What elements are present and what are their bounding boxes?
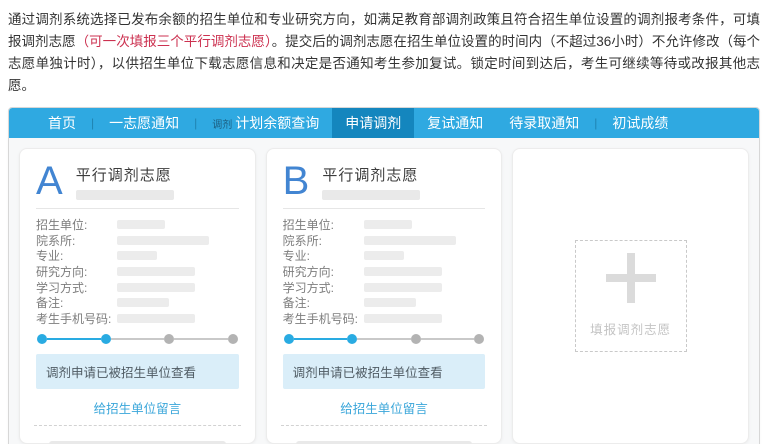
field-label: 考生手机号码: xyxy=(36,310,117,327)
redacted-value xyxy=(364,283,442,292)
progress-segment xyxy=(174,338,228,340)
redacted-value xyxy=(117,251,157,260)
volunteer-card-a: A 平行调剂志愿 招生单位: 院系所: 专业: 研究方向: 学习方式: 备注: … xyxy=(19,148,256,444)
field-row: 研究方向: xyxy=(36,264,239,280)
progress-dot xyxy=(474,334,484,344)
field-label: 招生单位: xyxy=(283,216,364,233)
field-label: 专业: xyxy=(36,247,117,264)
nav-divider: | xyxy=(592,116,599,130)
field-label: 招生单位: xyxy=(36,216,117,233)
field-label: 考生手机号码: xyxy=(283,310,364,327)
redacted-subtitle xyxy=(322,190,420,200)
nav-item-apply-adjustment[interactable]: 申请调剂 xyxy=(332,108,414,138)
nav-item-retest-notice[interactable]: 复试通知 xyxy=(414,108,496,138)
add-volunteer-button[interactable]: 填报调剂志愿 xyxy=(575,240,687,352)
redacted-value xyxy=(117,267,195,276)
volunteer-card-b: B 平行调剂志愿 招生单位: 院系所: 专业: 研究方向: 学习方式: 备注: … xyxy=(266,148,503,444)
progress-segment xyxy=(294,338,348,340)
field-label: 备注: xyxy=(36,294,117,311)
card-titlebox: 平行调剂志愿 xyxy=(76,164,174,201)
redacted-value xyxy=(117,298,169,307)
progress-dot xyxy=(37,334,47,344)
field-label: 研究方向: xyxy=(283,263,364,280)
field-row: 招生单位: xyxy=(283,217,486,233)
dashed-divider xyxy=(281,425,488,426)
field-row: 专业: xyxy=(36,248,239,264)
status-message: 调剂申请已被招生单位查看 xyxy=(36,354,239,389)
card-letter: A xyxy=(36,161,63,201)
nav-item-first-choice-notice[interactable]: 一志愿通知 xyxy=(96,108,192,138)
field-label: 院系所: xyxy=(283,232,364,249)
card-header: A 平行调剂志愿 xyxy=(36,161,239,209)
plus-icon xyxy=(606,253,656,303)
field-label: 备注: xyxy=(283,294,364,311)
redacted-value xyxy=(364,220,412,229)
card-header: B 平行调剂志愿 xyxy=(283,161,486,209)
field-row: 专业: xyxy=(283,248,486,264)
field-row: 备注: xyxy=(36,295,239,311)
field-list: 招生单位: 院系所: 专业: 研究方向: 学习方式: 备注: 考生手机号码: xyxy=(283,217,486,326)
card-title: 平行调剂志愿 xyxy=(76,164,174,185)
field-list: 招生单位: 院系所: 专业: 研究方向: 学习方式: 备注: 考生手机号码: xyxy=(36,217,239,326)
progress-dot xyxy=(101,334,111,344)
intro-highlight: （可一次填报三个平行调剂志愿） xyxy=(76,34,272,49)
redacted-value xyxy=(117,220,165,229)
nav-item-admission-notice[interactable]: 待录取通知 xyxy=(496,108,592,138)
redacted-value xyxy=(117,283,195,292)
field-row: 院系所: xyxy=(36,233,239,249)
nav-item-quota-prefix: 调剂 xyxy=(212,120,232,131)
dashed-divider xyxy=(34,425,241,426)
field-row: 考生手机号码: xyxy=(36,311,239,327)
field-label: 院系所: xyxy=(36,232,117,249)
nav-item-quota-query[interactable]: 调剂计划余额查询 xyxy=(199,108,332,138)
status-message: 调剂申请已被招生单位查看 xyxy=(283,354,486,389)
nav-item-quota-label: 计划余额查询 xyxy=(235,115,319,131)
nav-item-exam-score[interactable]: 初试成绩 xyxy=(599,108,681,138)
progress-segment xyxy=(111,338,165,340)
field-label: 专业: xyxy=(283,247,364,264)
field-row: 学习方式: xyxy=(283,279,486,295)
field-row: 备注: xyxy=(283,295,486,311)
progress-segment xyxy=(421,338,475,340)
progress-timeline xyxy=(37,334,238,344)
redacted-value xyxy=(364,236,456,245)
message-to-unit-link[interactable]: 给招生单位留言 xyxy=(283,398,486,417)
progress-segment xyxy=(357,338,411,340)
message-to-unit-link[interactable]: 给招生单位留言 xyxy=(36,398,239,417)
field-label: 学习方式: xyxy=(283,279,364,296)
add-volunteer-card: 填报调剂志愿 xyxy=(512,148,749,444)
progress-timeline xyxy=(284,334,485,344)
card-letter: B xyxy=(283,161,310,201)
card-titlebox: 平行调剂志愿 xyxy=(322,164,420,201)
redacted-value xyxy=(364,251,404,260)
cards-container: A 平行调剂志愿 招生单位: 院系所: 专业: 研究方向: 学习方式: 备注: … xyxy=(9,138,759,444)
nav-divider: | xyxy=(192,116,199,130)
field-label: 学习方式: xyxy=(36,279,117,296)
redacted-value xyxy=(364,314,442,323)
progress-segment xyxy=(47,338,101,340)
field-row: 研究方向: xyxy=(283,264,486,280)
redacted-value xyxy=(364,267,442,276)
main-nav: 首页 | 一志愿通知 | 调剂计划余额查询 申请调剂 复试通知 待录取通知 | … xyxy=(9,108,759,138)
progress-dot xyxy=(228,334,238,344)
progress-dot xyxy=(411,334,421,344)
field-row: 院系所: xyxy=(283,233,486,249)
intro-text: 通过调剂系统选择已发布余额的招生单位和专业研究方向，如满足教育部调剂政策且符合招… xyxy=(0,0,769,97)
field-label: 研究方向: xyxy=(36,263,117,280)
add-volunteer-label: 填报调剂志愿 xyxy=(590,319,671,338)
redacted-value xyxy=(117,314,195,323)
nav-item-home[interactable]: 首页 xyxy=(35,108,89,138)
card-title: 平行调剂志愿 xyxy=(322,164,420,185)
redacted-subtitle xyxy=(76,190,174,200)
field-row: 学习方式: xyxy=(36,279,239,295)
field-row: 考生手机号码: xyxy=(283,311,486,327)
nav-divider: | xyxy=(89,116,96,130)
progress-dot xyxy=(164,334,174,344)
redacted-value xyxy=(364,298,416,307)
progress-dot xyxy=(284,334,294,344)
redacted-value xyxy=(117,236,209,245)
field-row: 招生单位: xyxy=(36,217,239,233)
adjustment-panel: 首页 | 一志愿通知 | 调剂计划余额查询 申请调剂 复试通知 待录取通知 | … xyxy=(8,107,760,444)
progress-dot xyxy=(347,334,357,344)
